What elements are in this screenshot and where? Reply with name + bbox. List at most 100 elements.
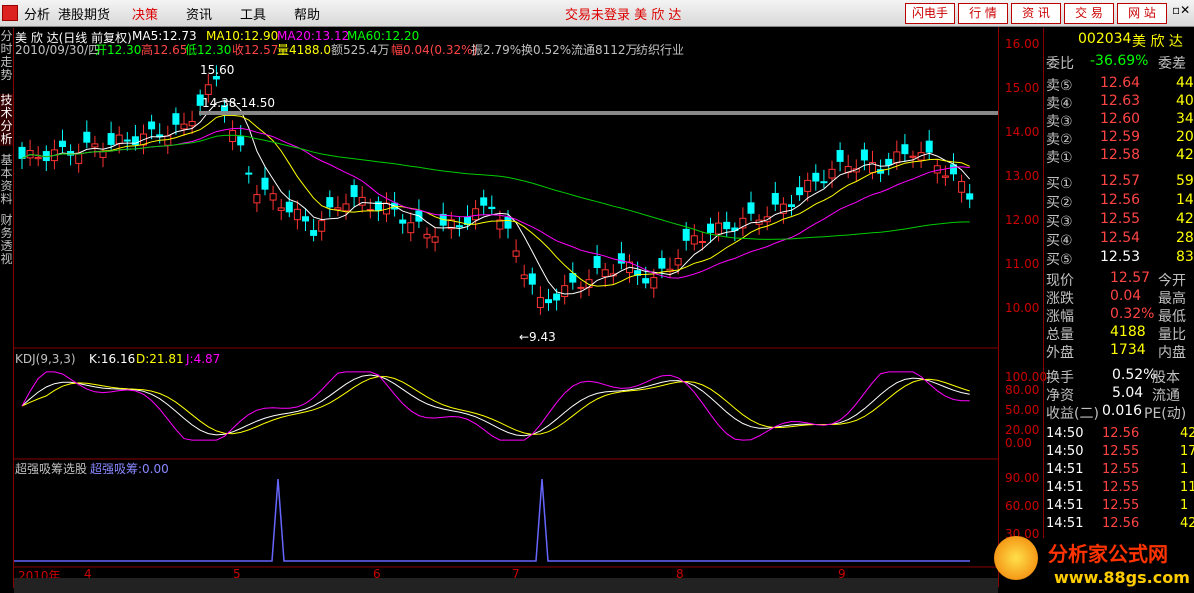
tab-intraday[interactable]: 分时走势 — [0, 30, 13, 82]
candle-body — [512, 250, 520, 257]
candle-body — [480, 197, 488, 206]
candle-body — [91, 143, 99, 148]
candle-body — [75, 152, 83, 164]
tick-time: 14:51 — [1046, 480, 1084, 495]
buy-label: 买③ — [1046, 214, 1073, 230]
sell-label: 卖② — [1046, 132, 1073, 148]
tab-financials[interactable]: 财务透视 — [0, 214, 13, 266]
stat-value: 5.04 — [1112, 385, 1144, 401]
bottom-tabs[interactable] — [14, 578, 998, 593]
tick-row: 14:50 12.55 17 — [1044, 444, 1194, 461]
kdj-name: KDJ(9,3,3) — [15, 352, 76, 366]
tab-technical[interactable]: 技术分析 — [0, 94, 13, 146]
tick-volume: 11 — [1180, 480, 1194, 495]
y-axis: 16.00 15.00 14.00 13.00 12.00 11.00 10.0… — [998, 27, 1047, 587]
tab-fundamentals[interactable]: 基本资料 — [0, 154, 13, 206]
quote-panel: 002034 美 欣 达 委比 -36.69% 委差 卖⑤ 12.64 44 卖④ 12… — [1043, 28, 1194, 538]
candle-body — [812, 172, 820, 182]
tick-row: 14:51 12.56 42 — [1044, 516, 1194, 533]
menu-decision[interactable]: 决策 — [132, 4, 158, 23]
info-open: 开12.30 — [95, 43, 142, 57]
ma10-line — [21, 114, 970, 287]
cq-value: 超强吸筹:0.00 — [90, 462, 169, 476]
sell-label: 卖④ — [1046, 96, 1073, 112]
kline-chart-area[interactable]: 美 欣 达(日线 前复权) MA5:12.73 MA10:12.90 MA20:… — [14, 27, 998, 587]
quote-value: 0.04 — [1110, 288, 1142, 304]
sell-price: 12.63 — [1100, 93, 1141, 109]
quotes-button[interactable]: 行 情 — [958, 3, 1008, 24]
quote-value: 12.57 — [1110, 270, 1151, 286]
candle-body — [253, 194, 261, 204]
y-tick: 13.00 — [1005, 169, 1040, 183]
quote-right-label: 量比 — [1158, 327, 1186, 343]
candle-body — [293, 208, 301, 221]
y-tick: 11.00 — [1005, 257, 1040, 271]
price-range-band — [199, 111, 998, 115]
tick-row: 14:51 12.55 1 — [1044, 498, 1194, 515]
quote-row: 现价 12.57 今开 — [1044, 270, 1194, 289]
candle-body — [828, 168, 836, 179]
kdj-d: D:21.81 — [136, 352, 184, 366]
candle-body — [504, 216, 512, 229]
tick-volume: 42 — [1180, 426, 1194, 441]
cq-line — [14, 478, 970, 562]
tick-volume: 17 — [1180, 444, 1194, 459]
candle-body — [528, 273, 536, 285]
menu-help[interactable]: 帮助 — [294, 4, 320, 23]
candle-body — [933, 165, 941, 174]
candle-body — [285, 201, 293, 213]
y-tick: 50.00 — [1005, 403, 1040, 417]
website-button[interactable]: 网 站 — [1117, 3, 1167, 24]
candle-body — [83, 131, 91, 143]
sell-row: 卖② 12.59 20 — [1044, 129, 1194, 148]
quote-value: 4188 — [1110, 324, 1146, 340]
menu-info[interactable]: 资讯 — [186, 4, 212, 23]
annotation-range: 14.38-14.50 — [202, 96, 276, 110]
trade-button[interactable]: 交 易 — [1064, 3, 1114, 24]
menu-analysis[interactable]: 分析 — [24, 4, 50, 23]
tick-time: 14:51 — [1046, 462, 1084, 477]
buy-row: 买③ 12.55 42 — [1044, 211, 1194, 230]
candle-body — [326, 197, 334, 208]
y-tick: 14.00 — [1005, 125, 1040, 139]
buy-row: 买④ 12.54 28 — [1044, 230, 1194, 249]
quote-label: 总量 — [1046, 327, 1074, 343]
sell-volume: 42 — [1176, 147, 1194, 163]
sell-label: 卖⑤ — [1046, 78, 1073, 94]
y-tick: 60.00 — [1005, 499, 1040, 513]
buy-price: 12.57 — [1100, 173, 1141, 189]
y-tick: 80.00 — [1005, 383, 1040, 397]
watermark: 分析家公式网 www.88gs.com — [992, 532, 1192, 592]
stat-row: 净资 5.04 流通 — [1044, 385, 1194, 404]
kline-svg — [14, 65, 998, 568]
window-controls-icon[interactable]: ▫✕ — [1172, 3, 1190, 17]
candle-body — [423, 233, 431, 239]
candle-body — [909, 155, 917, 158]
candle-body — [407, 222, 415, 234]
candle-body — [893, 151, 901, 164]
menu-hk-futures[interactable]: 港股期货 — [58, 4, 110, 23]
news-button[interactable]: 资 讯 — [1011, 3, 1061, 24]
buy-row: 买⑤ 12.53 83 — [1044, 249, 1194, 268]
buy-label: 买⑤ — [1046, 252, 1073, 268]
candle-body — [472, 208, 480, 221]
buy-price: 12.53 — [1100, 249, 1141, 265]
info-turnover: 换0.52% — [521, 43, 572, 57]
buy-volume: 42 — [1176, 211, 1194, 227]
menu-tools[interactable]: 工具 — [240, 4, 266, 23]
tick-price: 12.56 — [1102, 516, 1140, 531]
buy-label: 买② — [1046, 195, 1073, 211]
buy-volume: 14 — [1176, 192, 1194, 208]
candle-body — [707, 223, 714, 233]
info-close: 收12.57 — [232, 43, 279, 57]
buy-volume: 83 — [1176, 249, 1194, 265]
quote-label: 外盘 — [1046, 345, 1074, 361]
tick-row: 14:51 12.55 1 — [1044, 462, 1194, 479]
quote-row: 涨幅 0.32% 最低 — [1044, 306, 1194, 325]
app-logo-icon — [2, 5, 18, 21]
candle-body — [958, 181, 966, 193]
tick-volume: 42 — [1180, 516, 1194, 531]
flash-trade-button[interactable]: 闪电手 — [905, 3, 955, 24]
sell-row: 卖① 12.58 42 — [1044, 147, 1194, 166]
annotation-low: ←9.43 — [519, 330, 556, 344]
